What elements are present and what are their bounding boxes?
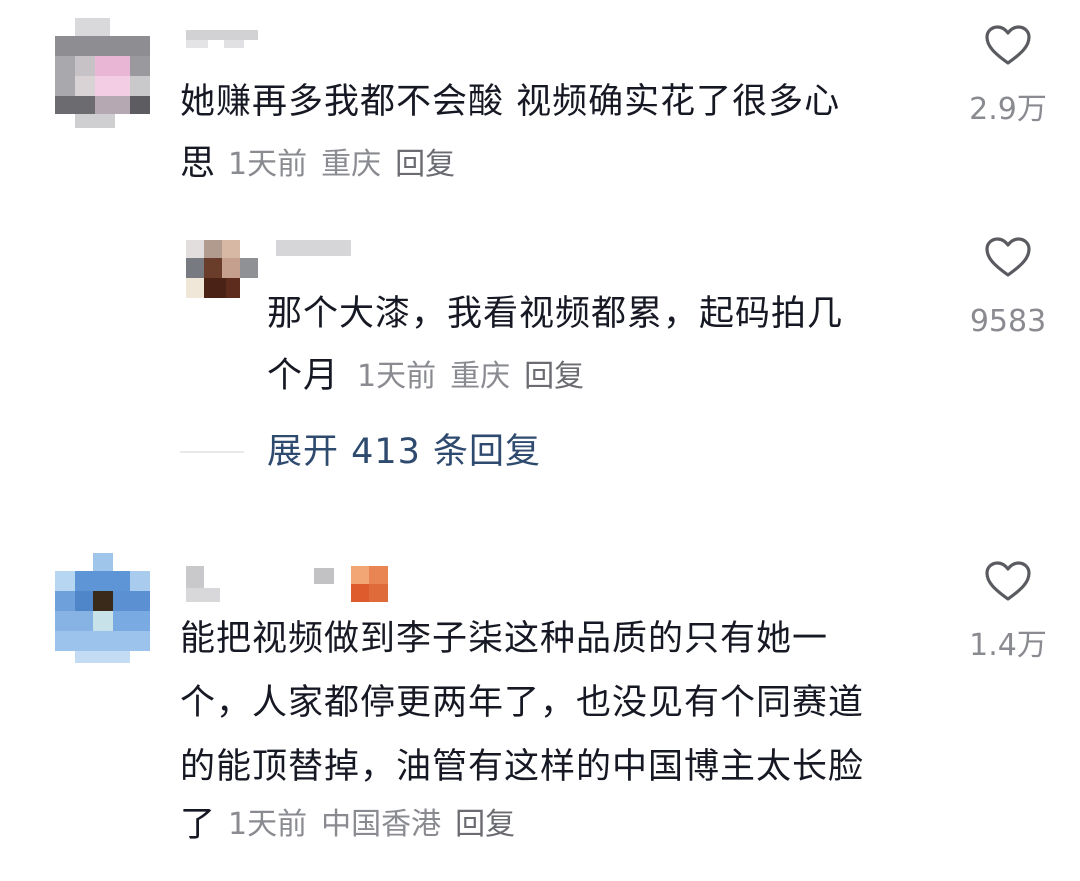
avatar[interactable] (55, 18, 150, 128)
comment-location: 重庆 (321, 147, 382, 182)
username-blurred[interactable] (276, 240, 351, 256)
like-count: 9583 (969, 304, 1047, 339)
avatar[interactable] (186, 240, 258, 298)
expand-divider (180, 451, 244, 453)
like-count: 2.9万 (969, 92, 1047, 127)
comment-text-line: 的能顶替掉，油管有这样的中国博主太长脸 (180, 747, 865, 787)
reply-location: 重庆 (450, 359, 511, 394)
reply-button[interactable]: 回复 (524, 359, 584, 394)
avatar[interactable] (55, 553, 150, 663)
comment-text-line: 能把视频做到李子柒这种品质的只有她一 (180, 619, 829, 659)
heart-outline-icon (985, 25, 1031, 65)
comment-time: 1天前 (228, 147, 308, 182)
reply-text-line: 那个大漆，我看视频都累，起码拍几 (267, 294, 844, 334)
comment-time: 1天前 (228, 807, 308, 842)
like-button[interactable]: 1.4万 (953, 560, 1063, 666)
username-blurred[interactable] (186, 566, 388, 602)
comment-text-line: 了 (180, 805, 217, 845)
like-button[interactable]: 9583 (953, 236, 1063, 342)
username-blurred[interactable] (186, 30, 258, 48)
comment-location: 中国香港 (321, 807, 442, 842)
reply-text-line: 个月 (267, 356, 340, 396)
heart-outline-icon (985, 561, 1031, 601)
expand-replies-button[interactable]: 展开 413 条回复 (267, 427, 541, 477)
like-count: 1.4万 (969, 628, 1047, 663)
comment-meta: 1天前 重庆 回复 (228, 145, 469, 185)
comment-text-line: 个，人家都停更两年了，也没见有个同赛道 (180, 683, 865, 723)
reply-button[interactable]: 回复 (395, 147, 455, 182)
comment-text-line: 她赚再多我都不会酸 视频确实花了很多心 (180, 82, 841, 122)
reply-meta: 1天前 重庆 回复 (357, 357, 598, 397)
comment-meta: 1天前 中国香港 回复 (228, 805, 529, 845)
heart-outline-icon (985, 237, 1031, 277)
reply-time: 1天前 (357, 359, 437, 394)
comment-text-line: 思 (180, 144, 217, 184)
like-button[interactable]: 2.9万 (953, 24, 1063, 130)
reply-button[interactable]: 回复 (455, 807, 515, 842)
